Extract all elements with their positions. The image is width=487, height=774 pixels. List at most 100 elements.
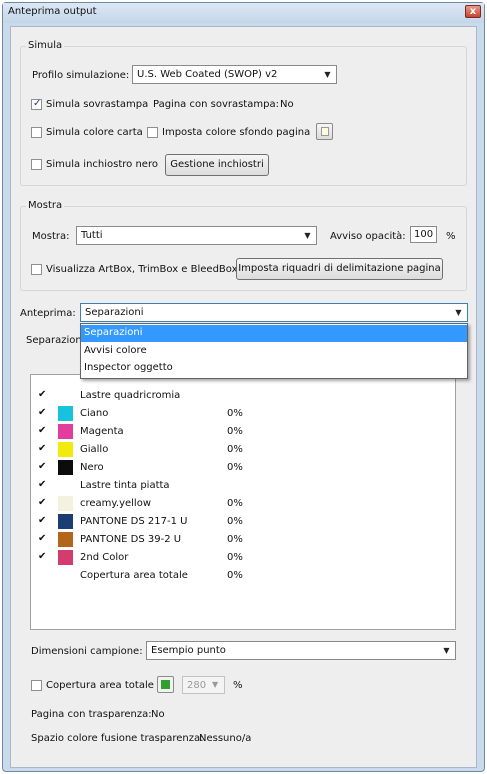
- separation-row: Copertura area totale 0%: [31, 567, 451, 585]
- color-swatch-icon: [58, 460, 73, 475]
- background-color-picker[interactable]: [316, 123, 333, 140]
- color-swatch-icon: [58, 406, 73, 421]
- separation-name: creamy.yellow: [80, 498, 152, 509]
- imposta-colore-sfondo-label: Imposta colore sfondo pagina: [162, 127, 311, 138]
- chevron-down-icon: ▼: [455, 308, 462, 317]
- separation-row: ✔ Giallo 0%: [31, 441, 451, 459]
- separation-checkbox[interactable]: ✔: [38, 480, 48, 490]
- color-swatch-icon: [161, 680, 170, 689]
- simula-sovrastampa-label: Simula sovrastampa: [46, 99, 149, 110]
- visualizza-boxes-checkbox[interactable]: [31, 264, 42, 275]
- dimensioni-campione-label: Dimensioni campione:: [31, 646, 143, 657]
- separation-row: ✔ Lastre tinta piatta: [31, 477, 451, 495]
- separation-name: Lastre tinta piatta: [80, 480, 170, 491]
- copertura-value: 280: [187, 680, 207, 691]
- mostra-select[interactable]: Tutti ▼: [76, 226, 317, 245]
- imposta-riquadri-button[interactable]: Imposta riquadri di delimitazione pagina: [236, 258, 443, 280]
- mostra-group-label: Mostra: [26, 200, 65, 211]
- color-swatch-icon: [58, 532, 73, 547]
- separations-list: ✔ Lastre quadricromia ✔ Ciano 0% ✔ Magenta 0% ✔ G…: [30, 374, 456, 630]
- copertura-area-totale-checkbox[interactable]: [31, 680, 42, 691]
- separation-checkbox[interactable]: ✔: [38, 444, 48, 454]
- separation-checkbox[interactable]: ✔: [38, 426, 48, 436]
- separation-name: Copertura area totale: [80, 570, 188, 581]
- chevron-down-icon: ▼: [443, 646, 450, 655]
- separation-checkbox[interactable]: ✔: [38, 516, 48, 526]
- anteprima-label: Anteprima:: [20, 308, 76, 319]
- imposta-colore-sfondo-checkbox[interactable]: [147, 127, 158, 138]
- color-swatch-icon: [58, 550, 73, 565]
- separation-row: ✔ Nero 0%: [31, 459, 451, 477]
- separation-checkbox[interactable]: ✔: [38, 498, 48, 508]
- separation-row: ✔ creamy.yellow 0%: [31, 495, 451, 513]
- separation-name: Ciano: [80, 408, 109, 419]
- separation-name: Lastre quadricromia: [80, 390, 181, 401]
- visualizza-boxes-label: Visualizza ArtBox, TrimBox e BleedBox: [46, 264, 238, 275]
- copertura-value-select[interactable]: 280 ▼: [182, 676, 225, 694]
- spazio-colore-label: Spazio colore fusione trasparenza:: [31, 733, 204, 744]
- copertura-area-totale-label: Copertura area totale: [46, 680, 154, 691]
- avviso-opacita-unit: %: [446, 231, 456, 242]
- separation-name: Nero: [80, 462, 104, 473]
- separation-percent: 0%: [227, 516, 243, 527]
- simula-colore-carta-checkbox[interactable]: [31, 127, 42, 138]
- simula-group-label: Simula: [26, 40, 65, 51]
- separation-checkbox[interactable]: ✔: [38, 552, 48, 562]
- dimensioni-campione-select[interactable]: Esempio punto ▼: [146, 641, 456, 660]
- pagina-trasparenza-label: Pagina con trasparenza:: [31, 709, 152, 720]
- separation-name: 2nd Color: [80, 552, 129, 563]
- separation-percent: 0%: [227, 462, 243, 473]
- window-title: Anteprima output: [8, 6, 97, 17]
- separation-percent: 0%: [227, 534, 243, 545]
- simula-inchiostro-nero-checkbox[interactable]: [31, 159, 42, 170]
- color-swatch-icon: [58, 442, 73, 457]
- separation-checkbox[interactable]: ✔: [38, 534, 48, 544]
- separation-name: PANTONE DS 217-1 U: [80, 516, 188, 527]
- separation-percent: 0%: [227, 570, 243, 581]
- close-button[interactable]: x: [465, 5, 481, 18]
- separation-name: PANTONE DS 39-2 U: [80, 534, 182, 545]
- avviso-opacita-label: Avviso opacità:: [330, 231, 406, 242]
- anteprima-select-value: Separazioni: [85, 307, 144, 318]
- mostra-label: Mostra:: [32, 231, 70, 242]
- dropdown-option[interactable]: Inspector oggetto: [81, 360, 467, 377]
- simula-colore-carta-label: Simula colore carta: [46, 127, 143, 138]
- color-swatch-icon: [58, 424, 73, 439]
- pagina-sovrastampa-label: Pagina con sovrastampa:: [153, 99, 279, 110]
- avviso-opacita-input[interactable]: 100: [410, 226, 437, 243]
- separation-name: Magenta: [80, 426, 124, 437]
- separation-checkbox[interactable]: [38, 570, 48, 580]
- anteprima-select[interactable]: Separazioni ▼: [80, 303, 468, 322]
- separation-checkbox[interactable]: ✔: [38, 390, 48, 400]
- pagina-sovrastampa-value: No: [280, 99, 294, 110]
- separation-percent: 0%: [227, 426, 243, 437]
- separation-row: ✔ Lastre quadricromia: [31, 387, 451, 405]
- chevron-down-icon: ▼: [304, 231, 311, 240]
- separation-checkbox[interactable]: ✔: [38, 408, 48, 418]
- profile-select-value: U.S. Web Coated (SWOP) v2: [137, 69, 278, 80]
- chevron-down-icon: ▼: [324, 70, 331, 79]
- separation-percent: 0%: [227, 552, 243, 563]
- separation-row: ✔ Magenta 0%: [31, 423, 451, 441]
- profile-select[interactable]: U.S. Web Coated (SWOP) v2 ▼: [132, 65, 337, 84]
- separation-percent: 0%: [227, 408, 243, 419]
- profile-label: Profilo simulazione:: [32, 70, 130, 81]
- copertura-color-picker[interactable]: [157, 676, 174, 693]
- separation-row: ✔ 2nd Color 0%: [31, 549, 451, 567]
- dimensioni-campione-value: Esempio punto: [151, 645, 226, 656]
- color-swatch-icon: [58, 496, 73, 511]
- separation-name: Giallo: [80, 444, 109, 455]
- spazio-colore-value: Nessuno/a: [199, 733, 252, 744]
- separation-checkbox[interactable]: ✔: [38, 462, 48, 472]
- separation-row: ✔ PANTONE DS 39-2 U 0%: [31, 531, 451, 549]
- chevron-down-icon: ▼: [212, 680, 219, 689]
- dropdown-option[interactable]: Separazioni: [81, 325, 467, 342]
- separazioni-label: Separazioni: [26, 335, 85, 346]
- dropdown-option[interactable]: Avvisi colore: [81, 343, 467, 360]
- pagina-trasparenza-value: No: [151, 709, 165, 720]
- separation-row: ✔ Ciano 0%: [31, 405, 451, 423]
- separation-percent: 0%: [227, 444, 243, 455]
- mostra-select-value: Tutti: [81, 230, 103, 241]
- simula-sovrastampa-checkbox[interactable]: [31, 98, 42, 110]
- gestione-inchiostri-button[interactable]: Gestione inchiostri: [165, 154, 269, 176]
